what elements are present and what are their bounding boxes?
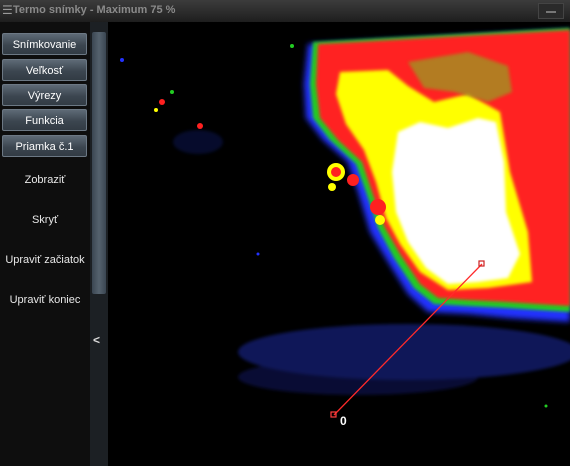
upravit-zaciatok-link[interactable]: Upraviť začiatok xyxy=(0,254,90,266)
snimkovanie-button[interactable]: Snímkovanie xyxy=(2,33,87,55)
chevron-left-icon[interactable]: < xyxy=(93,333,100,347)
funkcia-button[interactable]: Funkcia xyxy=(2,109,87,131)
sidebar-scrollbar[interactable] xyxy=(92,32,106,294)
sidebar: Snímkovanie Veľkosť Výrezy Funkcia Priam… xyxy=(0,22,90,466)
priamka-button[interactable]: Priamka č.1 xyxy=(2,135,87,157)
thermal-image[interactable]: 0 xyxy=(108,22,570,466)
title-bar: ☰ Termo snímky - Maximum 75 % xyxy=(0,0,570,23)
line-start-label: 0 xyxy=(340,414,347,428)
thermal-image-svg: 0 xyxy=(120,28,570,428)
vyrezy-button[interactable]: Výrezy xyxy=(2,84,87,106)
skryt-link[interactable]: Skryť xyxy=(0,214,90,226)
zobrazit-link[interactable]: Zobraziť xyxy=(0,174,90,186)
upravit-koniec-link[interactable]: Upraviť koniec xyxy=(0,294,90,306)
minimize-button[interactable] xyxy=(538,3,564,19)
hamburger-icon[interactable]: ☰ xyxy=(2,3,13,17)
window-title: Termo snímky - Maximum 75 % xyxy=(13,4,176,16)
velkost-button[interactable]: Veľkosť xyxy=(2,59,87,81)
minimize-icon xyxy=(546,11,556,13)
